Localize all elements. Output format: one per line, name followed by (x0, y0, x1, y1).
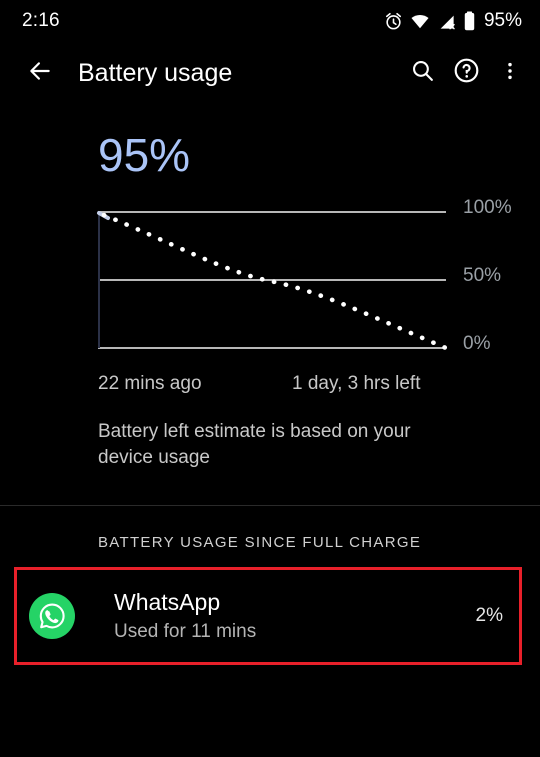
chart-footer: 22 mins ago 1 day, 3 hrs left (0, 373, 540, 399)
search-button[interactable] (400, 51, 444, 95)
status-battery-percent: 95% (483, 10, 522, 31)
app-name: WhatsApp (114, 588, 221, 615)
chart-y-label-50: 50% (463, 265, 502, 286)
status-bar: 2:16 95% (0, 0, 540, 42)
signal-icon (437, 12, 456, 31)
highlight-annotation: WhatsApp Used for 11 mins 2% (14, 567, 522, 666)
page-title: Battery usage (78, 58, 233, 87)
battery-chart: 100% 50% 0% (0, 198, 540, 361)
app-battery-percent: 2% (475, 605, 503, 627)
overflow-menu-button[interactable] (488, 51, 532, 95)
chart-last-update-label: 22 mins ago (98, 373, 202, 394)
battery-chart-svg (97, 211, 449, 351)
help-button[interactable] (444, 51, 488, 95)
list-item-texts: WhatsApp Used for 11 mins (114, 589, 476, 644)
overflow-menu-icon (499, 60, 521, 87)
battery-percent-headline: 95% (98, 129, 191, 181)
app-usage-subtitle: Used for 11 mins (114, 621, 257, 643)
whatsapp-icon (29, 593, 75, 640)
list-item[interactable]: WhatsApp Used for 11 mins 2% (17, 570, 519, 662)
chart-y-label-100: 100% (463, 197, 512, 218)
section-header-battery-usage: Battery usage since full charge (98, 534, 422, 552)
status-time: 2:16 (22, 10, 60, 31)
battery-estimate-note: Battery left estimate is based on your d… (98, 421, 411, 468)
back-arrow-icon (27, 58, 53, 89)
wifi-icon (410, 12, 430, 31)
chart-series-projection (101, 212, 449, 351)
chart-y-label-0: 0% (463, 333, 491, 354)
app-bar: Battery usage (0, 42, 540, 104)
chart-time-left-label: 1 day, 3 hrs left (292, 373, 421, 394)
battery-icon (463, 11, 476, 31)
search-icon (410, 58, 435, 88)
help-circle-icon (453, 57, 480, 89)
back-button[interactable] (18, 51, 62, 95)
status-icon-group: 95% (384, 10, 522, 32)
alarm-icon (384, 12, 403, 31)
